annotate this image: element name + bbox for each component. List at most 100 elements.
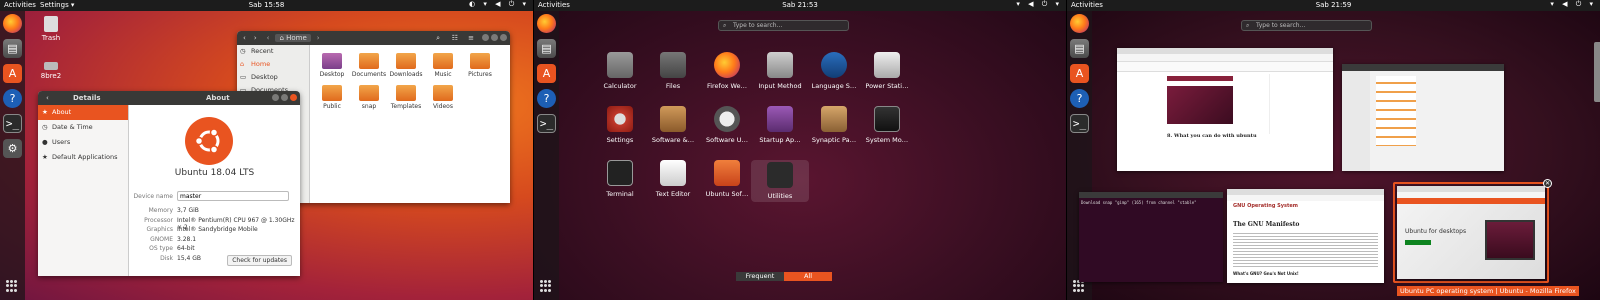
view-options-icon[interactable]: ☷ — [452, 34, 458, 42]
app-utilities[interactable]: Utilities — [751, 160, 809, 202]
firefox-icon[interactable] — [1070, 14, 1089, 33]
folder-snap[interactable]: snap — [351, 85, 387, 110]
app-startup-applications[interactable]: Startup Ap… — [751, 106, 809, 144]
forward-icon[interactable]: › — [254, 34, 257, 42]
path-right-icon[interactable]: › — [317, 34, 320, 42]
show-applications-icon[interactable] — [6, 280, 18, 292]
terminal-icon[interactable]: >_ — [3, 114, 22, 133]
back-icon[interactable]: ‹ — [243, 34, 246, 42]
terminal-icon[interactable]: >_ — [537, 114, 556, 133]
minimize-button[interactable] — [482, 34, 489, 41]
sidebar-item-date-time[interactable]: ◷ Date & Time — [38, 120, 128, 135]
system-tray-icons[interactable]: ▾ ◀ ⏻ ▾ — [1016, 0, 1062, 9]
app-ubuntu-software[interactable]: Ubuntu Sof… — [698, 160, 756, 198]
terminal-icon[interactable]: >_ — [1070, 114, 1089, 133]
check-updates-button[interactable]: Check for updates — [227, 255, 292, 266]
app-input-method[interactable]: Input Method — [751, 52, 809, 90]
sidebar-item-about[interactable]: ★ About — [38, 105, 128, 120]
maximize-button[interactable] — [491, 34, 498, 41]
sidebar-item-recent[interactable]: ◷ Recent — [237, 45, 309, 58]
tab-frequent[interactable]: Frequent — [736, 272, 784, 281]
app-settings[interactable]: Settings — [591, 106, 649, 144]
app-software-updates[interactable]: Software &… — [644, 106, 702, 144]
maximize-button[interactable] — [281, 94, 288, 101]
files-icon[interactable]: ▤ — [3, 39, 22, 58]
ubuntu-page-heading: Ubuntu for desktops — [1405, 228, 1467, 235]
about-title: About — [206, 94, 230, 102]
text-editor-icon — [660, 160, 686, 186]
device-name-field[interactable] — [177, 191, 289, 201]
back-icon[interactable]: ‹ — [46, 94, 49, 102]
close-window-icon[interactable]: ✕ — [1543, 179, 1552, 188]
app-software-updater[interactable]: Software U… — [698, 106, 756, 144]
drive-desktop-icon[interactable]: 8bre2 — [31, 56, 71, 80]
folder-templates[interactable]: Templates — [388, 85, 424, 110]
close-button[interactable] — [290, 94, 297, 101]
folder-icon: ▭ — [240, 73, 247, 81]
app-system-monitor[interactable]: System Mo… — [858, 106, 916, 144]
files-icon[interactable]: ▤ — [537, 39, 556, 58]
folder-downloads[interactable]: Downloads — [388, 53, 424, 78]
help-icon[interactable]: ? — [1070, 89, 1089, 108]
help-icon[interactable]: ? — [537, 89, 556, 108]
folder-music[interactable]: Music — [425, 53, 461, 78]
app-calculator[interactable]: Calculator — [591, 52, 649, 90]
app-label: Text Editor — [655, 190, 691, 198]
app-files[interactable]: Files — [644, 52, 702, 90]
app-language-support[interactable]: Language S… — [805, 52, 863, 90]
workspace-thumbnail[interactable] — [1594, 42, 1600, 102]
sidebar-item-home[interactable]: ⌂ Home — [237, 58, 309, 71]
dock: ▤ A ? >_ ⚙ — [0, 11, 25, 300]
ubuntu-software-icon[interactable]: A — [1070, 64, 1089, 83]
about-row-label: Graphics — [146, 226, 174, 233]
sidebar-item-default-applications[interactable]: ★ Default Applications — [38, 150, 128, 165]
trash-desktop-icon[interactable]: Trash — [31, 16, 71, 42]
search-icon: ⌕ — [1246, 22, 1250, 29]
tab-all[interactable]: All — [784, 272, 832, 281]
window-thumbnail-firefox-selected[interactable]: Ubuntu for desktops ✕ — [1393, 179, 1552, 283]
article-body — [1233, 231, 1378, 267]
browser-toolbar — [1117, 54, 1333, 62]
help-icon[interactable]: ? — [3, 89, 22, 108]
firefox-icon[interactable] — [537, 14, 556, 33]
path-left-icon[interactable]: ‹ — [267, 34, 270, 42]
ubuntu-software-icon[interactable]: A — [3, 64, 22, 83]
folder-public[interactable]: Public — [314, 85, 350, 110]
sidebar-item-desktop[interactable]: ▭ Desktop — [237, 71, 309, 84]
show-applications-icon[interactable] — [540, 280, 552, 292]
clock[interactable]: Sab 21:59 — [1067, 1, 1600, 9]
sidebar-item-users[interactable]: ● Users — [38, 135, 128, 150]
synaptic-icon — [821, 106, 847, 132]
folder-videos[interactable]: Videos — [425, 85, 461, 110]
clock[interactable]: Sab 21:53 — [534, 1, 1066, 9]
folder-pictures[interactable]: Pictures — [462, 53, 498, 78]
app-label: Software &… — [651, 136, 695, 144]
terminal-output: Download snap "gimp" (165) from channel … — [1081, 200, 1197, 205]
system-tray-icons[interactable]: ▾ ◀ ⏻ ▾ — [1550, 0, 1596, 9]
close-button[interactable] — [500, 34, 507, 41]
search-input[interactable]: ⌕ Type to search… — [718, 20, 849, 31]
app-text-editor[interactable]: Text Editor — [644, 160, 702, 198]
app-terminal[interactable]: Terminal — [591, 160, 649, 198]
folder-desktop[interactable]: Desktop — [314, 53, 350, 78]
path-home-button[interactable]: ⌂ Home — [275, 34, 311, 42]
firefox-icon[interactable] — [3, 14, 22, 33]
clock[interactable]: Sab 15:58 — [0, 1, 533, 9]
terminal-icon — [607, 160, 633, 186]
folder-documents[interactable]: Documents — [351, 53, 387, 78]
window-thumbnail-blogger[interactable]: 8. What you can do with ubuntu — [1117, 48, 1333, 171]
search-icon[interactable]: ⌕ — [436, 34, 440, 43]
app-firefox[interactable]: Firefox We… — [698, 52, 756, 90]
search-input[interactable]: ⌕ Type to search… — [1241, 20, 1372, 31]
minimize-button[interactable] — [272, 94, 279, 101]
menu-icon[interactable]: ≡ — [468, 34, 474, 42]
files-icon[interactable]: ▤ — [1070, 39, 1089, 58]
window-thumbnail-files[interactable] — [1342, 64, 1504, 171]
ubuntu-software-icon[interactable]: A — [537, 64, 556, 83]
app-power-statistics[interactable]: Power Stati… — [858, 52, 916, 90]
app-synaptic[interactable]: Synaptic Pa… — [805, 106, 863, 144]
settings-icon[interactable]: ⚙ — [3, 139, 22, 158]
system-tray-icons[interactable]: ◐ ▾ ◀ ⏻ ▾ — [469, 0, 529, 9]
window-thumbnail-terminal[interactable]: Download snap "gimp" (165) from channel … — [1079, 192, 1223, 282]
window-thumbnail-gnu[interactable]: GNU Operating System The GNU Manifesto W… — [1227, 189, 1384, 283]
